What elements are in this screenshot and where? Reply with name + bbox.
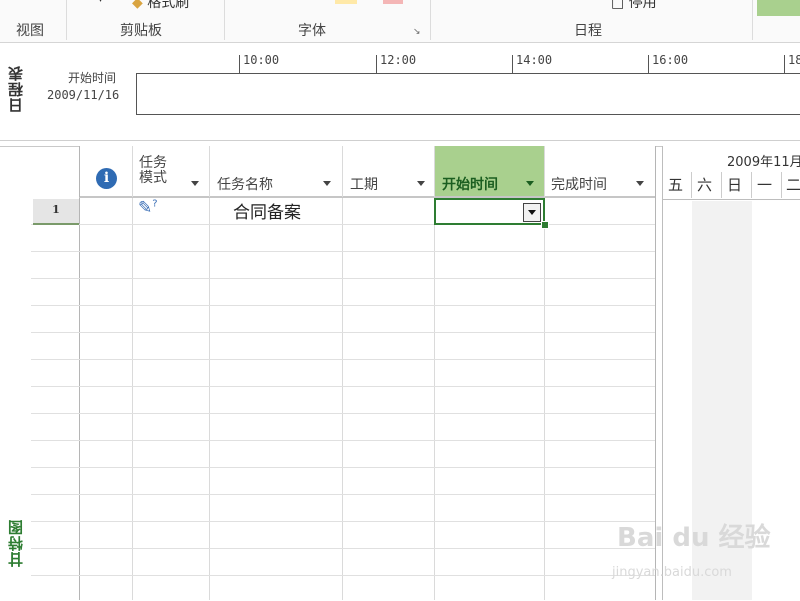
manual-schedule-icon[interactable]: ✎?: [138, 198, 158, 218]
grid-hline: [31, 305, 655, 306]
grid-hline: [31, 278, 655, 279]
timeline-tick: [239, 55, 240, 73]
disable-checkbox[interactable]: □ 停用: [611, 0, 657, 12]
timeline-tick: [784, 55, 785, 73]
grid-hline: [31, 494, 655, 495]
format-painter-button[interactable]: ◆ 格式刷: [132, 0, 189, 12]
timeline-tick: [648, 55, 649, 73]
day-divider: [781, 172, 782, 198]
grid-hline: [31, 548, 655, 549]
timeline-side-label: 日程表: [7, 65, 25, 113]
group-label-view: 视图: [16, 23, 44, 39]
grid-hline: [31, 332, 655, 333]
group-separator: [752, 0, 753, 40]
column-header-start-time[interactable]: 开始时间: [442, 174, 498, 194]
row-number[interactable]: 1: [33, 199, 79, 225]
grid-hline: [31, 224, 655, 225]
chart-month-label: 2009年11月: [727, 155, 800, 170]
timeline-pane[interactable]: 日程表 开始时间 2009/11/16 10:00 12:00 14:00 16…: [0, 43, 800, 141]
font-color-swatch[interactable]: [383, 0, 403, 4]
start-time-cell[interactable]: [434, 198, 545, 225]
grid-vline: [79, 146, 80, 600]
group-separator: [430, 0, 431, 40]
date-picker-dropdown-button[interactable]: [523, 203, 541, 222]
ribbon-green-button[interactable]: [757, 0, 800, 16]
font-dialog-launcher-icon[interactable]: ↘: [413, 27, 421, 37]
grid-hline: [79, 197, 655, 198]
format-painter-icon: ◆: [132, 0, 143, 11]
ribbon: ◆ 格式刷 □ 停用 ▾ 视图 剪贴板 字体 ↘ 日程: [0, 0, 800, 43]
dropdown-arrow-icon[interactable]: [417, 181, 425, 186]
timeline-time-label: 12:00: [380, 53, 417, 67]
dropdown-arrow-icon[interactable]: [636, 181, 644, 186]
grid-hline: [31, 413, 655, 414]
group-separator: [66, 0, 67, 40]
timeline-start-date: 2009/11/16: [47, 88, 120, 102]
timeline-time-label: 10:00: [243, 53, 280, 67]
watermark-url: jingyan.baidu.com: [612, 565, 732, 580]
grid-hline: [31, 575, 655, 576]
chart-day-label: 六: [697, 176, 713, 194]
grid-hline: [31, 386, 655, 387]
group-label-schedule: 日程: [574, 23, 602, 39]
timeline-time-label: 16:00: [652, 53, 689, 67]
grid-hline: [31, 440, 655, 441]
dropdown-arrow-icon[interactable]: [191, 181, 199, 186]
task-name-cell[interactable]: 合同备案: [233, 198, 301, 223]
grid-hline: [31, 359, 655, 360]
column-header-duration[interactable]: 工期: [350, 174, 378, 194]
day-divider: [691, 172, 692, 198]
fill-handle[interactable]: [541, 221, 549, 229]
column-header-task-name[interactable]: 任务名称: [217, 174, 273, 194]
group-label-clipboard: 剪贴板: [120, 23, 162, 39]
dropdown-arrow-icon[interactable]: [323, 181, 331, 186]
grid-hline: [31, 521, 655, 522]
grid-vline: [209, 146, 210, 600]
group-separator: [224, 0, 225, 40]
grid-hline: [31, 251, 655, 252]
timeline-tick: [376, 55, 377, 73]
day-divider: [751, 172, 752, 198]
highlight-color-swatch[interactable]: [335, 0, 357, 4]
timeline-bar[interactable]: [136, 73, 800, 115]
info-icon[interactable]: i: [96, 168, 117, 189]
timeline-time-label: 14:00: [516, 53, 553, 67]
timeline-tick: [512, 55, 513, 73]
column-header-task-mode[interactable]: 任务 模式: [139, 156, 167, 186]
chart-day-label: 二: [786, 176, 800, 194]
gantt-side-bar: 甘特图: [0, 147, 31, 601]
checkbox-icon: □: [611, 0, 625, 11]
watermark-logo: Bai du 经验: [617, 523, 771, 553]
group-label-font: 字体: [298, 23, 326, 39]
dropdown-arrow-icon[interactable]: [526, 181, 534, 186]
chart-day-label: 五: [668, 176, 684, 194]
column-header-finish-time[interactable]: 完成时间: [551, 174, 607, 194]
grid-vline: [342, 146, 343, 600]
chart-day-label: 一: [757, 176, 773, 194]
dropdown-arrow-icon[interactable]: ▾: [98, 0, 103, 5]
chart-day-label: 日: [727, 176, 743, 194]
grid-hline: [31, 467, 655, 468]
chart-header-divider: [662, 199, 800, 200]
grid-vline: [132, 146, 133, 600]
timeline-start-label: 开始时间: [68, 71, 117, 85]
timeline-time-label: 18: [788, 53, 800, 67]
gantt-side-label: 甘特图: [7, 519, 25, 567]
day-divider: [721, 172, 722, 198]
